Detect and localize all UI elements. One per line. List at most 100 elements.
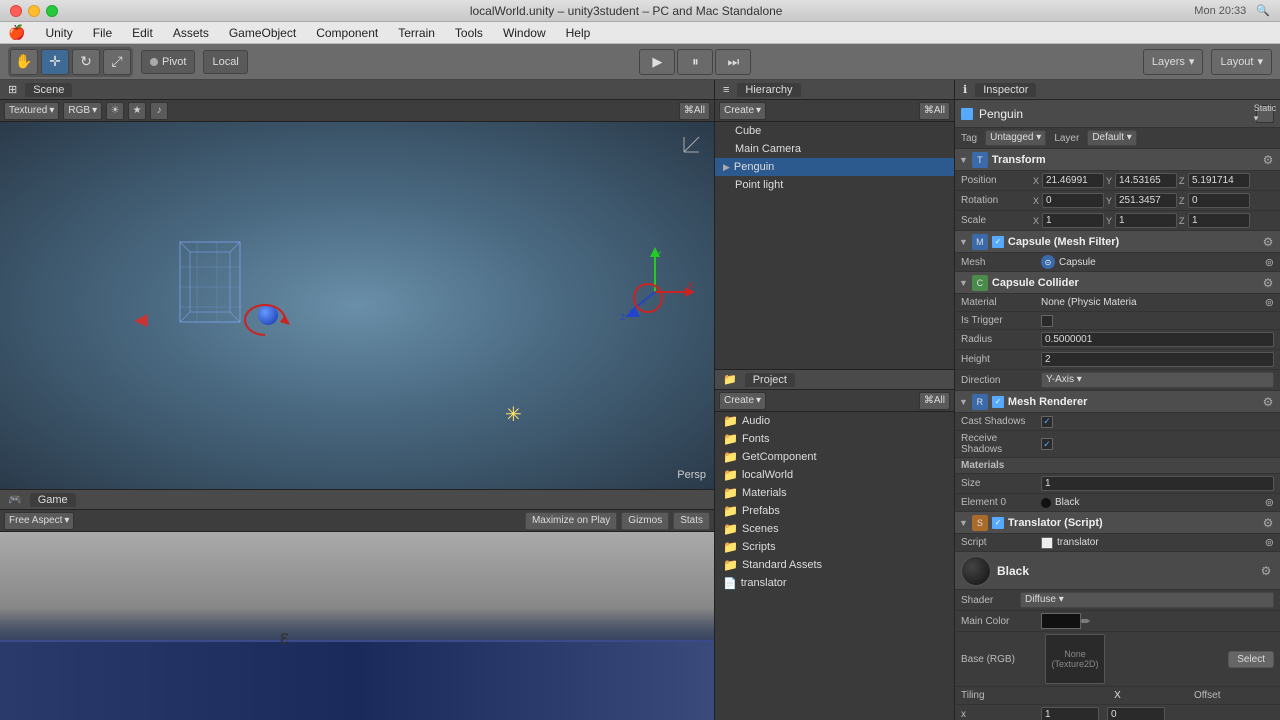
mesh-filter-settings-icon[interactable]: ⚙ <box>1260 234 1276 250</box>
script-link[interactable]: ⊚ <box>1265 536 1274 549</box>
project-item-getcomponent[interactable]: 📁 GetComponent <box>715 448 954 466</box>
main-color-swatch[interactable] <box>1041 613 1081 629</box>
scene-fx-btn[interactable]: ★ <box>128 102 146 120</box>
position-z[interactable] <box>1188 173 1250 188</box>
mesh-renderer-toggle[interactable]: ✓ <box>992 396 1004 408</box>
pause-button[interactable]: ⏸ <box>677 49 713 75</box>
select-button[interactable]: Select <box>1228 651 1274 668</box>
rotation-z[interactable] <box>1188 193 1250 208</box>
project-item-localworld[interactable]: 📁 localWorld <box>715 466 954 484</box>
apple-menu[interactable]: 🍎 <box>8 24 25 41</box>
menu-assets[interactable]: Assets <box>165 24 217 42</box>
direction-dropdown[interactable]: Y-Axis ▾ <box>1041 372 1274 388</box>
menu-help[interactable]: Help <box>558 24 599 42</box>
local-button[interactable]: Local <box>203 50 247 74</box>
hand-tool[interactable]: ✋ <box>10 49 38 75</box>
hierarchy-item-penguin[interactable]: ▶ Penguin <box>715 158 954 176</box>
project-search[interactable]: ⌘All <box>919 392 950 410</box>
layers-dropdown[interactable]: Layers ▾ <box>1143 49 1204 75</box>
hierarchy-item-cube[interactable]: Cube <box>715 122 954 140</box>
rotation-y[interactable] <box>1115 193 1177 208</box>
gizmos-btn[interactable]: Gizmos <box>621 512 669 530</box>
menu-tools[interactable]: Tools <box>447 24 491 42</box>
scale-x[interactable] <box>1042 213 1104 228</box>
position-x[interactable] <box>1042 173 1104 188</box>
size-field[interactable] <box>1041 476 1274 491</box>
menu-terrain[interactable]: Terrain <box>390 24 443 42</box>
hierarchy-item-main-camera[interactable]: Main Camera <box>715 140 954 158</box>
project-item-materials[interactable]: 📁 Materials <box>715 484 954 502</box>
hierarchy-tab[interactable]: Hierarchy <box>737 83 800 97</box>
offset-x-field[interactable] <box>1107 707 1165 720</box>
capsule-collider-settings[interactable]: ⚙ <box>1260 275 1276 291</box>
maximize-on-play-btn[interactable]: Maximize on Play <box>525 512 617 530</box>
scene-lighting-btn[interactable]: ☀ <box>106 102 124 120</box>
scene-view[interactable]: ✳ <box>0 122 714 489</box>
step-button[interactable]: ⏭ <box>715 49 751 75</box>
project-item-translator[interactable]: 📄 translator <box>715 574 954 592</box>
rotate-tool[interactable]: ↻ <box>72 49 100 75</box>
search-icon[interactable]: 🔍 <box>1256 4 1270 17</box>
scene-audio-btn[interactable]: ♪ <box>150 102 168 120</box>
object-static-btn[interactable]: Static ▾ <box>1256 105 1274 123</box>
radius-field[interactable] <box>1041 332 1274 347</box>
project-item-audio[interactable]: 📁 Audio <box>715 412 954 430</box>
material-settings[interactable]: ⚙ <box>1258 563 1274 579</box>
menu-gameobject[interactable]: GameObject <box>221 24 304 42</box>
mesh-renderer-settings[interactable]: ⚙ <box>1260 394 1276 410</box>
stats-btn[interactable]: Stats <box>673 512 710 530</box>
scale-tool[interactable]: ⤢ <box>103 49 131 75</box>
scene-tab[interactable]: Scene <box>25 83 72 97</box>
close-button[interactable] <box>10 5 22 17</box>
translator-settings[interactable]: ⚙ <box>1260 515 1276 531</box>
game-tab[interactable]: Game <box>30 493 76 507</box>
texture-slot[interactable]: None(Texture2D) <box>1045 634 1105 684</box>
col-material-link[interactable]: ⊚ <box>1265 296 1274 309</box>
position-y[interactable] <box>1115 173 1177 188</box>
capsule-collider-header[interactable]: ▼ C Capsule Collider ⚙ <box>955 272 1280 294</box>
layer-dropdown[interactable]: Default ▾ <box>1087 130 1137 146</box>
shader-dropdown[interactable]: Diffuse ▾ <box>1020 592 1274 608</box>
object-enable-checkbox[interactable] <box>961 108 973 120</box>
tiling-x-field[interactable] <box>1041 707 1099 720</box>
element0-link[interactable]: ⊚ <box>1265 496 1274 509</box>
project-item-scripts[interactable]: 📁 Scripts <box>715 538 954 556</box>
translator-toggle[interactable]: ✓ <box>992 517 1004 529</box>
game-view[interactable]: ε <box>0 532 714 720</box>
color-pencil-icon[interactable]: ✏ <box>1081 615 1090 628</box>
translator-header[interactable]: ▼ S ✓ Translator (Script) ⚙ <box>955 512 1280 534</box>
maximize-button[interactable] <box>46 5 58 17</box>
minimize-button[interactable] <box>28 5 40 17</box>
tag-dropdown[interactable]: Untagged ▾ <box>985 130 1046 146</box>
hierarchy-create[interactable]: Create ▾ <box>719 102 766 120</box>
inspector-tab[interactable]: Inspector <box>975 83 1036 97</box>
script-checkbox[interactable] <box>1041 537 1053 549</box>
scale-y[interactable] <box>1115 213 1177 228</box>
menu-component[interactable]: Component <box>308 24 386 42</box>
transform-settings-icon[interactable]: ⚙ <box>1260 152 1276 168</box>
project-tab[interactable]: Project <box>745 373 795 387</box>
receive-shadows-checkbox[interactable] <box>1041 438 1053 450</box>
layout-dropdown[interactable]: Layout ▾ <box>1211 49 1272 75</box>
move-tool[interactable]: ✛ <box>41 49 69 75</box>
mesh-filter-toggle[interactable]: ✓ <box>992 236 1004 248</box>
scene-search[interactable]: ⌘All <box>679 102 710 120</box>
menu-window[interactable]: Window <box>495 24 554 42</box>
rgb-dropdown[interactable]: RGB ▾ <box>63 102 102 120</box>
pivot-button[interactable]: Pivot <box>141 50 195 74</box>
hierarchy-search[interactable]: ⌘All <box>919 102 950 120</box>
height-field[interactable] <box>1041 352 1274 367</box>
scale-z[interactable] <box>1188 213 1250 228</box>
project-item-scenes[interactable]: 📁 Scenes <box>715 520 954 538</box>
project-item-prefabs[interactable]: 📁 Prefabs <box>715 502 954 520</box>
mesh-filter-header[interactable]: ▼ M ✓ Capsule (Mesh Filter) ⚙ <box>955 231 1280 253</box>
project-create[interactable]: Create ▾ <box>719 392 766 410</box>
project-item-fonts[interactable]: 📁 Fonts <box>715 430 954 448</box>
aspect-dropdown[interactable]: Free Aspect ▾ <box>4 512 74 530</box>
play-button[interactable]: ▶ <box>639 49 675 75</box>
menu-unity[interactable]: Unity <box>37 24 80 42</box>
mesh-link-icon[interactable]: ⊚ <box>1265 256 1274 269</box>
project-item-standard-assets[interactable]: 📁 Standard Assets <box>715 556 954 574</box>
hierarchy-item-point-light[interactable]: Point light <box>715 176 954 194</box>
transform-header[interactable]: ▼ T Transform ⚙ <box>955 149 1280 171</box>
